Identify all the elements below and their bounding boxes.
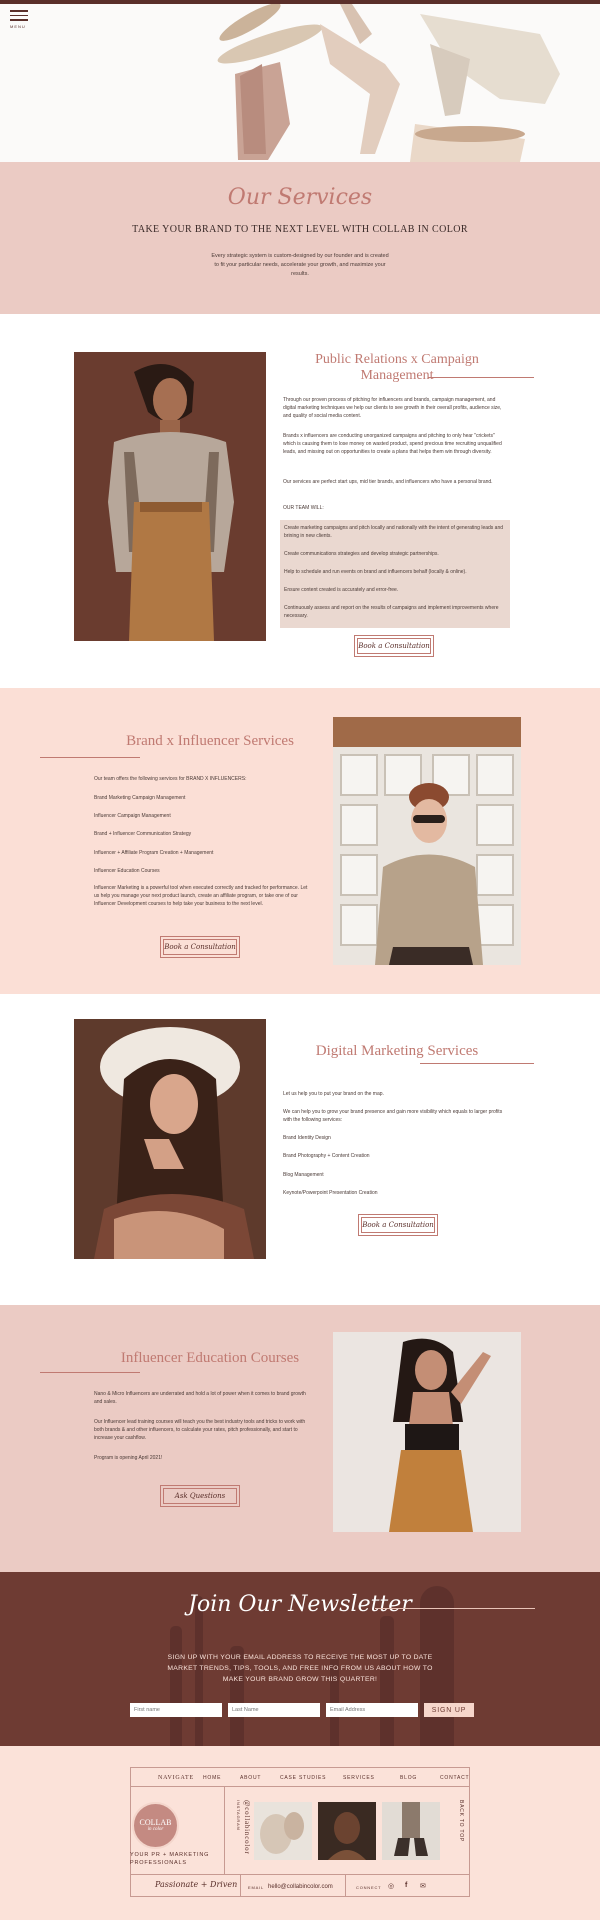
- newsletter-description: SIGN UP WITH YOUR EMAIL ADDRESS TO RECEI…: [167, 1654, 433, 1683]
- book-consultation-button[interactable]: Book a Consultation: [358, 1214, 438, 1236]
- hero-shoes-image: [0, 4, 600, 162]
- footer-bottom-divider: [130, 1874, 470, 1875]
- book-consultation-button[interactable]: Book a Consultation: [160, 936, 240, 958]
- footer-email-link[interactable]: hello@collabincolor.com: [268, 1884, 333, 1890]
- pr-team-label: OUR TEAM WILL:: [283, 505, 324, 511]
- education-paragraph-3: Program is opening April 2021!: [94, 1455, 163, 1461]
- ask-questions-button[interactable]: Ask Questions: [160, 1485, 240, 1507]
- email-label: EMAIL: [248, 1885, 265, 1890]
- sign-up-button[interactable]: SIGN UP: [424, 1703, 474, 1717]
- brand-intro: Our team offers the following services f…: [94, 776, 247, 782]
- footer-signature: Passionate + Driven: [155, 1880, 238, 1889]
- list-item: Brand Photography + Content Creation: [283, 1153, 370, 1159]
- list-item: Ensure content created is accurately and…: [284, 587, 399, 593]
- digital-heading: Digital Marketing Services: [315, 1043, 479, 1059]
- logo-sub-text: in color: [147, 1827, 164, 1832]
- instagram-label: INSTAGRAM: [236, 1800, 241, 1831]
- education-heading: Influencer Education Courses: [120, 1350, 300, 1366]
- email-field[interactable]: [326, 1703, 418, 1717]
- hamburger-icon-line: [10, 19, 28, 21]
- pr-heading-rule: [428, 377, 534, 378]
- list-item: Blog Management: [283, 1172, 324, 1178]
- list-item: Brand Marketing Campaign Management: [94, 795, 186, 801]
- pr-paragraph-2: Brands x influencers are conducting unor…: [283, 433, 502, 455]
- education-paragraph-1: Nano & Micro Influencers are underrated …: [94, 1391, 306, 1405]
- nav-about-link[interactable]: ABOUT: [240, 1775, 261, 1781]
- list-item: Keynote/Powerpoint Presentation Creation: [283, 1190, 378, 1196]
- instagram-icon[interactable]: ◎: [388, 1882, 394, 1890]
- digital-paragraph-1: Let us help you to put your brand on the…: [283, 1091, 384, 1097]
- first-name-field[interactable]: [130, 1703, 222, 1717]
- list-item: Influencer + Affiliate Program Creation …: [94, 850, 214, 856]
- pr-team-list: Create marketing campaigns and pitch loc…: [280, 520, 510, 628]
- footer-bottom-divider-v2: [345, 1874, 346, 1897]
- digital-model-image: [74, 1019, 266, 1259]
- digital-paragraph-2: We can help you to grow your brand prese…: [283, 1109, 503, 1123]
- list-item: Create communications strategies and dev…: [284, 551, 439, 557]
- list-item: Brand Identity Design: [283, 1135, 331, 1141]
- education-model-image: [333, 1332, 521, 1532]
- hamburger-icon-line: [10, 14, 28, 16]
- back-to-top-link[interactable]: BACK TO TOP: [458, 1800, 464, 1842]
- nav-services-link[interactable]: SERVICES: [343, 1775, 375, 1781]
- brand-heading-rule: [40, 757, 140, 758]
- connect-label: CONNECT: [356, 1885, 382, 1890]
- services-script-title: Our Services: [227, 185, 373, 210]
- footer-nav-divider: [130, 1786, 470, 1787]
- facebook-icon[interactable]: f: [405, 1882, 407, 1889]
- pr-paragraph-1: Through our proven process of pitching f…: [283, 397, 502, 419]
- footer-nav-label: NAVIGATE: [158, 1775, 194, 1781]
- brand-logo[interactable]: COLLAB in color: [132, 1802, 179, 1849]
- instagram-thumbnail[interactable]: [254, 1802, 312, 1860]
- services-description: Every strategic system is custom-designe…: [211, 253, 389, 277]
- brand-model-image: [333, 717, 521, 965]
- list-item: Influencer Campaign Management: [94, 813, 171, 819]
- list-item: Continuously assess and report on the re…: [284, 605, 499, 619]
- instagram-thumbnail[interactable]: [382, 1802, 440, 1860]
- list-item: Influencer Education Courses: [94, 868, 160, 874]
- nav-case-studies-link[interactable]: CASE STUDIES: [280, 1775, 326, 1781]
- last-name-field[interactable]: [228, 1703, 320, 1717]
- education-paragraph-2: Our Influencer lead training courses wil…: [94, 1419, 306, 1441]
- menu-button[interactable]: MENU: [10, 10, 30, 34]
- footer-column-divider: [224, 1786, 225, 1874]
- nav-blog-link[interactable]: BLOG: [400, 1775, 417, 1781]
- newsletter-rule: [375, 1608, 535, 1609]
- instagram-thumbnail[interactable]: [318, 1802, 376, 1860]
- menu-label: MENU: [10, 23, 26, 29]
- instagram-handle[interactable]: @collabincolor: [243, 1800, 251, 1855]
- mail-icon[interactable]: ✉: [420, 1882, 426, 1890]
- footer-bottom-divider-v: [240, 1874, 241, 1897]
- education-heading-rule: [40, 1372, 140, 1373]
- pr-heading: Public Relations x Campaign Management: [315, 352, 479, 383]
- list-item: Create marketing campaigns and pitch loc…: [284, 525, 504, 539]
- hamburger-icon: [10, 10, 28, 12]
- nav-home-link[interactable]: HOME: [203, 1775, 221, 1781]
- pr-paragraph-3: Our services are perfect start ups, mid …: [283, 479, 493, 485]
- footer-tagline: YOUR PR + MARKETING PROFESSIONALS: [130, 1852, 210, 1866]
- nav-contact-link[interactable]: CONTACT: [440, 1775, 469, 1781]
- pr-model-image: [74, 352, 266, 641]
- brand-body: Influencer Marketing is a powerful tool …: [94, 885, 308, 907]
- newsletter-title: Join Our Newsletter: [188, 1592, 412, 1617]
- list-item: Help to schedule and run events on brand…: [284, 569, 467, 575]
- list-item: Brand + Influencer Communication Strateg…: [94, 831, 192, 837]
- services-title: TAKE YOUR BRAND TO THE NEXT LEVEL WITH C…: [132, 224, 468, 235]
- logo-main-text: COLLAB: [139, 1818, 172, 1827]
- brand-heading: Brand x Influencer Services: [126, 733, 294, 749]
- digital-heading-rule: [420, 1063, 534, 1064]
- book-consultation-button[interactable]: Book a Consultation: [354, 635, 434, 657]
